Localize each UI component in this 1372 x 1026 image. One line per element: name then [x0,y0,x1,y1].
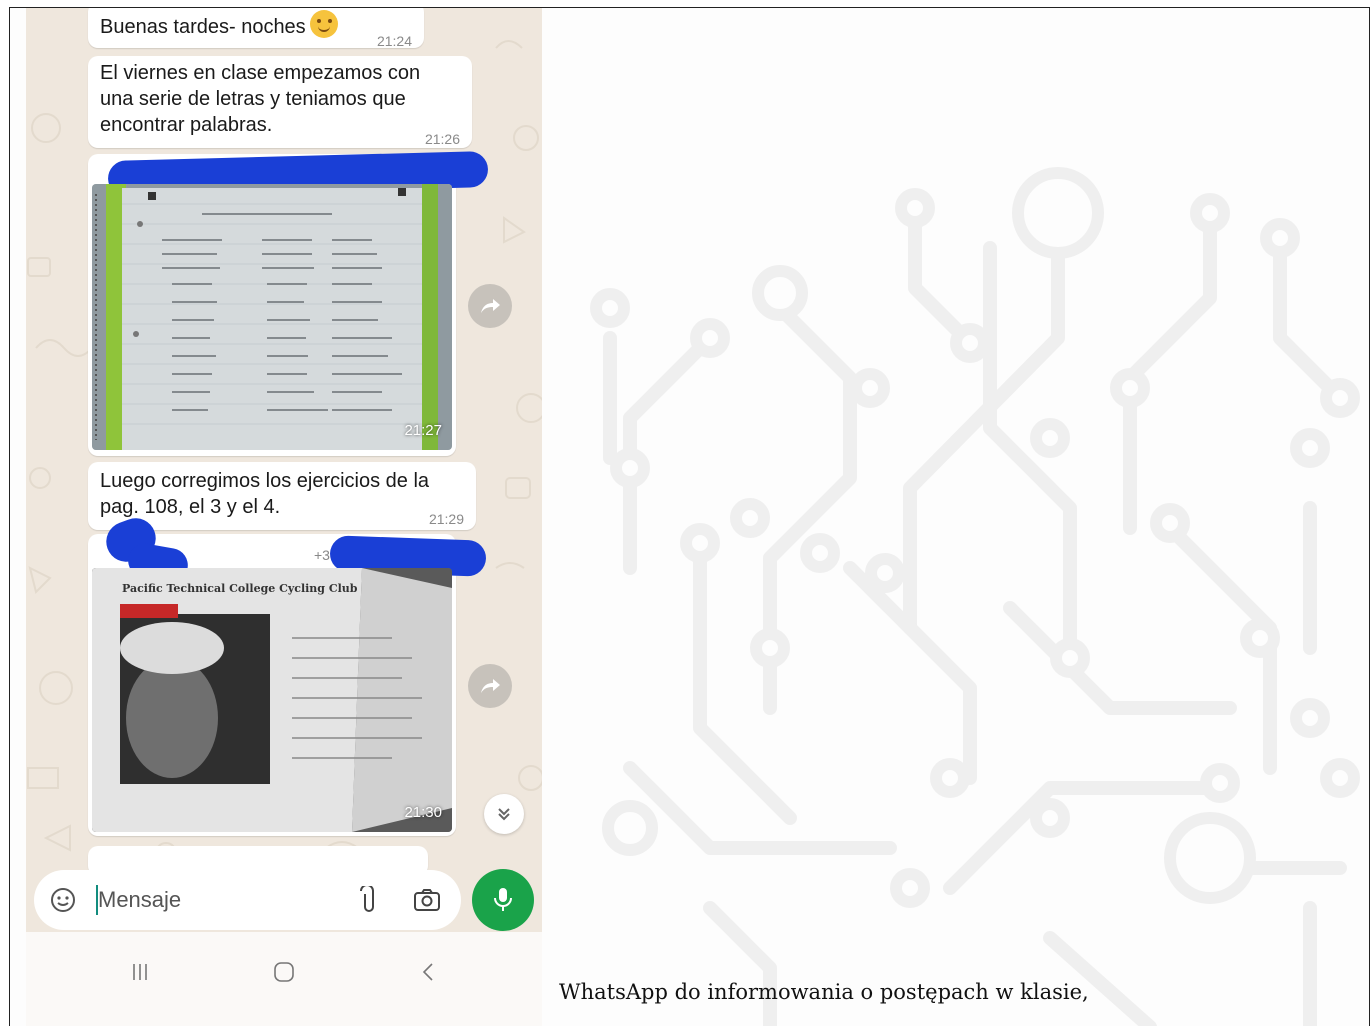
message-text-line: pag. 108, el 3 y el 4. [100,496,281,518]
forward-button[interactable] [468,664,512,708]
android-navigation-bar [26,932,542,1026]
message-bubble[interactable]: Buenas tardes- noches 21:24 [88,8,424,49]
voice-message-button[interactable] [472,869,534,931]
image-message-bubble[interactable]: 21:27 [88,151,489,456]
forward-button[interactable] [468,284,512,328]
forward-arrow-icon [481,299,500,313]
microphone-icon [494,888,512,911]
winking-smile-emoji-icon [309,10,338,38]
message-time: 21:24 [376,33,412,49]
double-chevron-down-icon [498,808,510,821]
message-text-line: una serie de letras y teniamos que [100,88,406,110]
back-button[interactable] [408,952,448,992]
whatsapp-chat-screen: Buenas tardes- noches 21:24 El viernes e… [26,8,542,1026]
message-text-line: El viernes en clase empezamos con [100,62,421,84]
textbook-photo[interactable]: Pacific Technical College Cycling Club 2… [92,568,452,832]
message-time: 21:29 [428,511,464,527]
slide-caption: WhatsApp do informowania o postępach w k… [559,980,1089,1004]
message-time: 21:26 [424,131,460,147]
home-button[interactable] [264,952,304,992]
scroll-to-bottom-button[interactable] [484,794,524,834]
forward-arrow-icon [481,679,500,693]
camera-icon[interactable] [412,885,442,915]
back-chevron-icon [422,963,433,981]
recent-apps-button[interactable] [120,952,160,992]
sender-extra: +3 [314,547,330,563]
message-bubble[interactable]: Luego corregimos los ejercicios de la pa… [88,462,476,530]
message-input[interactable]: Mensaje [98,887,181,913]
image-time: 21:30 [404,804,442,821]
notebook-photo-image [92,184,452,450]
textbook-photo-image: Pacific Technical College Cycling Club [92,568,452,832]
message-text: Buenas tardes- noches [100,16,306,38]
message-input-bar[interactable]: Mensaje [34,870,461,930]
book-header: Pacific Technical College Cycling Club [122,582,358,595]
message-text-line: Luego corregimos los ejercicios de la [100,470,430,492]
message-text-line: encontrar palabras. [100,114,273,136]
attach-paperclip-icon[interactable] [354,885,384,915]
home-icon [274,962,294,982]
image-message-bubble[interactable]: +3 Pacific Technical College Cycling Clu… [88,512,487,836]
recent-apps-icon [133,964,147,980]
notebook-photo[interactable]: 21:27 [92,184,452,450]
image-time: 21:27 [404,422,442,439]
sticker-icon[interactable] [48,885,78,915]
message-bubble[interactable]: El viernes en clase empezamos con una se… [88,56,472,148]
